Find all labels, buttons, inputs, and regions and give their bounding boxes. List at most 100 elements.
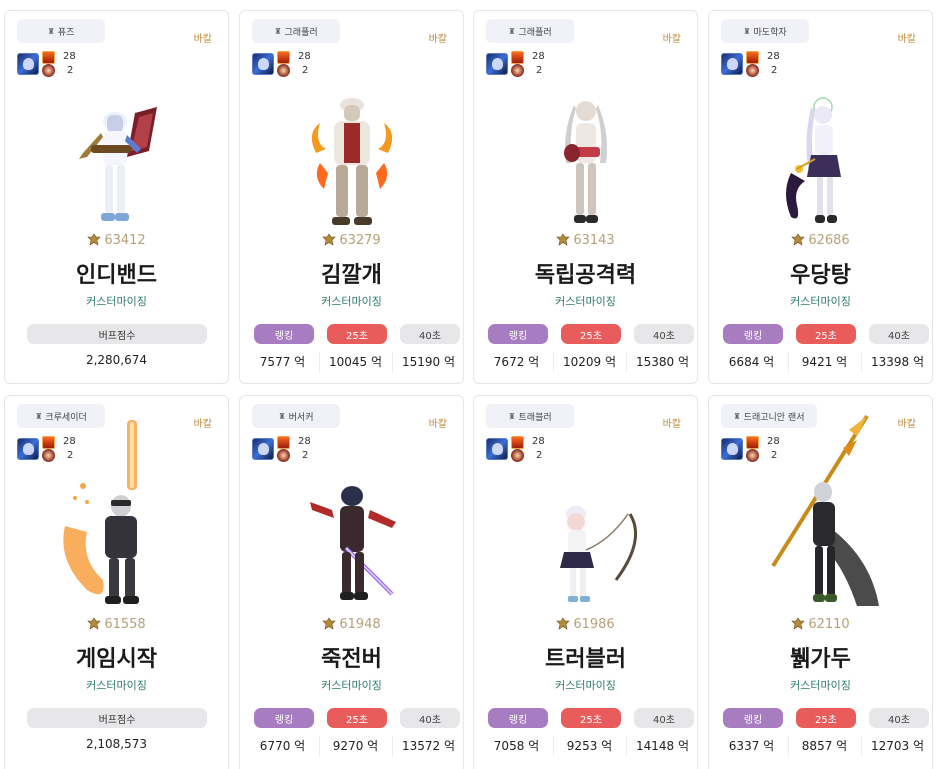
character-name[interactable]: 트러블러 [474, 641, 697, 673]
sec25-damage: 9270 억 [332, 739, 379, 753]
sec25-damage: 10209 억 [562, 355, 617, 369]
damage-stats: 랭킹 6684 억 25초 9421 억 40초 13398 억 [715, 324, 929, 374]
sec40-badge[interactable]: 40초 [869, 708, 929, 728]
ranking-badge[interactable]: 랭킹 [723, 708, 783, 728]
character-name[interactable]: 독립공격력 [474, 257, 697, 289]
sec25-badge[interactable]: 25초 [327, 708, 387, 728]
fame-score: 61558 [5, 617, 228, 632]
buff-score-label: 버프점수 [27, 708, 207, 728]
server-label: 바칼 [428, 34, 447, 45]
ranking-badge[interactable]: 랭킹 [488, 324, 548, 344]
fame-score: 61948 [240, 617, 463, 632]
job-label: 그래플러 [284, 27, 318, 38]
ranking-damage: 7058 억 [493, 739, 540, 753]
character-name[interactable]: 게임시작 [5, 641, 228, 673]
equip-sub-count: 2 [67, 65, 74, 76]
fame-score: 63279 [240, 233, 463, 248]
adventure-name: 커스터마이징 [321, 295, 382, 308]
character-avatar [79, 107, 157, 221]
fame-medal-icon [556, 233, 571, 246]
adventure-name: 커스터마이징 [86, 295, 147, 308]
equipment-summary: 28 2 [721, 51, 811, 81]
equip-sub-count: 2 [771, 65, 778, 76]
character-name[interactable]: 김깔개 [240, 257, 463, 289]
character-avatar [560, 506, 638, 602]
aura-icon [746, 449, 759, 462]
fame-value: 63143 [573, 233, 615, 248]
ranking-badge[interactable]: 랭킹 [723, 324, 783, 344]
class-icon: ♜ [47, 26, 55, 36]
equip-sub-count: 2 [536, 65, 543, 76]
class-icon: ♜ [274, 26, 282, 36]
fame-medal-icon [791, 617, 806, 630]
sec25-badge[interactable]: 25초 [561, 708, 621, 728]
sec40-badge[interactable]: 40초 [400, 324, 460, 344]
damage-stats: 랭킹 6770 억 25초 9270 억 40초 13572 억 [246, 708, 460, 758]
class-icon: ♜ [508, 411, 516, 421]
character-card[interactable]: ♜ 그래플러 바칼 28 2 63279 김깔개 커스터마이징 랭킹 7577 … [239, 10, 464, 384]
character-name[interactable]: 우당탕 [709, 257, 932, 289]
character-card[interactable]: ♜ 크루세이더 바칼 28 2 61558 게임시작 커스터마이징 버프점수 2… [4, 395, 229, 769]
server-label: 바칼 [897, 419, 916, 430]
ranking-badge[interactable]: 랭킹 [254, 324, 314, 344]
title-icon [511, 436, 524, 449]
character-card[interactable]: ♜ 트래블러 바칼 28 2 61986 트러블러 커스터마이징 랭킹 7058… [473, 395, 698, 769]
character-avatar [786, 97, 841, 223]
sec40-badge[interactable]: 40초 [634, 324, 694, 344]
sec25-badge[interactable]: 25초 [327, 324, 387, 344]
character-card[interactable]: ♜ 마도학자 바칼 28 2 62686 우당탕 커스터마이징 랭킹 6684 … [708, 10, 933, 384]
character-name[interactable]: 인디밴드 [5, 257, 228, 289]
sec25-badge[interactable]: 25초 [561, 324, 621, 344]
character-card[interactable]: ♜ 버서커 바칼 28 2 61948 죽전버 커스터마이징 랭킹 6770 억… [239, 395, 464, 769]
equip-count: 28 [767, 51, 780, 62]
title-icon [277, 436, 290, 449]
sec40-damage: 14148 억 [635, 739, 690, 753]
job-tag: ♜ 그래플러 [486, 19, 574, 43]
fame-score: 62686 [709, 233, 932, 248]
character-card[interactable]: ♜ 드래고니안 랜서 바칼 28 2 62110 뷁가두 커스터마이징 랭킹 6… [708, 395, 933, 769]
sec25-badge[interactable]: 25초 [796, 708, 856, 728]
sec40-badge[interactable]: 40초 [869, 324, 929, 344]
fame-value: 61948 [339, 617, 381, 632]
buff-score-label: 버프점수 [27, 324, 207, 344]
character-name[interactable]: 죽전버 [240, 641, 463, 673]
equip-count: 28 [298, 51, 311, 62]
adventure-name: 커스터마이징 [790, 295, 851, 308]
equip-sub-count: 2 [302, 65, 309, 76]
sec40-badge[interactable]: 40초 [400, 708, 460, 728]
sec25-damage: 8857 억 [801, 739, 848, 753]
character-avatar [771, 414, 879, 606]
adventure-name: 커스터마이징 [321, 679, 382, 692]
adventure-name: 커스터마이징 [555, 295, 616, 308]
buff-score-value: 2,280,674 [85, 353, 148, 367]
creature-icon [252, 53, 274, 75]
ranking-badge[interactable]: 랭킹 [488, 708, 548, 728]
class-icon: ♜ [278, 411, 286, 421]
fame-value: 62110 [808, 617, 850, 632]
ranking-damage: 7672 억 [493, 355, 540, 369]
character-card[interactable]: ♜ 그래플러 바칼 28 2 63143 독립공격력 커스터마이징 랭킹 767… [473, 10, 698, 384]
server-label: 바칼 [897, 34, 916, 45]
fame-medal-icon [322, 233, 337, 246]
aura-icon [277, 449, 290, 462]
character-card-grid: ♜ 퓨즈 바칼 28 2 63412 인디밴드 커스터마이징 버프점수 2,28… [4, 10, 934, 769]
server-label: 바칼 [193, 34, 212, 45]
adventure-name: 커스터마이징 [790, 679, 851, 692]
title-icon [746, 436, 759, 449]
title-icon [511, 51, 524, 64]
sec25-badge[interactable]: 25초 [796, 324, 856, 344]
sec40-badge[interactable]: 40초 [634, 708, 694, 728]
sec40-damage: 15380 억 [635, 355, 690, 369]
ranking-badge[interactable]: 랭킹 [254, 708, 314, 728]
job-tag: ♜ 퓨즈 [17, 19, 105, 43]
job-label: 퓨즈 [57, 27, 75, 38]
server-label: 바칼 [428, 419, 447, 430]
fame-value: 63412 [104, 233, 146, 248]
ranking-damage: 7577 억 [259, 355, 306, 369]
title-icon [277, 51, 290, 64]
ranking-damage: 6337 억 [728, 739, 775, 753]
character-card[interactable]: ♜ 퓨즈 바칼 28 2 63412 인디밴드 커스터마이징 버프점수 2,28… [4, 10, 229, 384]
character-name[interactable]: 뷁가두 [709, 641, 932, 673]
aura-icon [42, 449, 55, 462]
ranking-damage: 6684 억 [728, 355, 775, 369]
